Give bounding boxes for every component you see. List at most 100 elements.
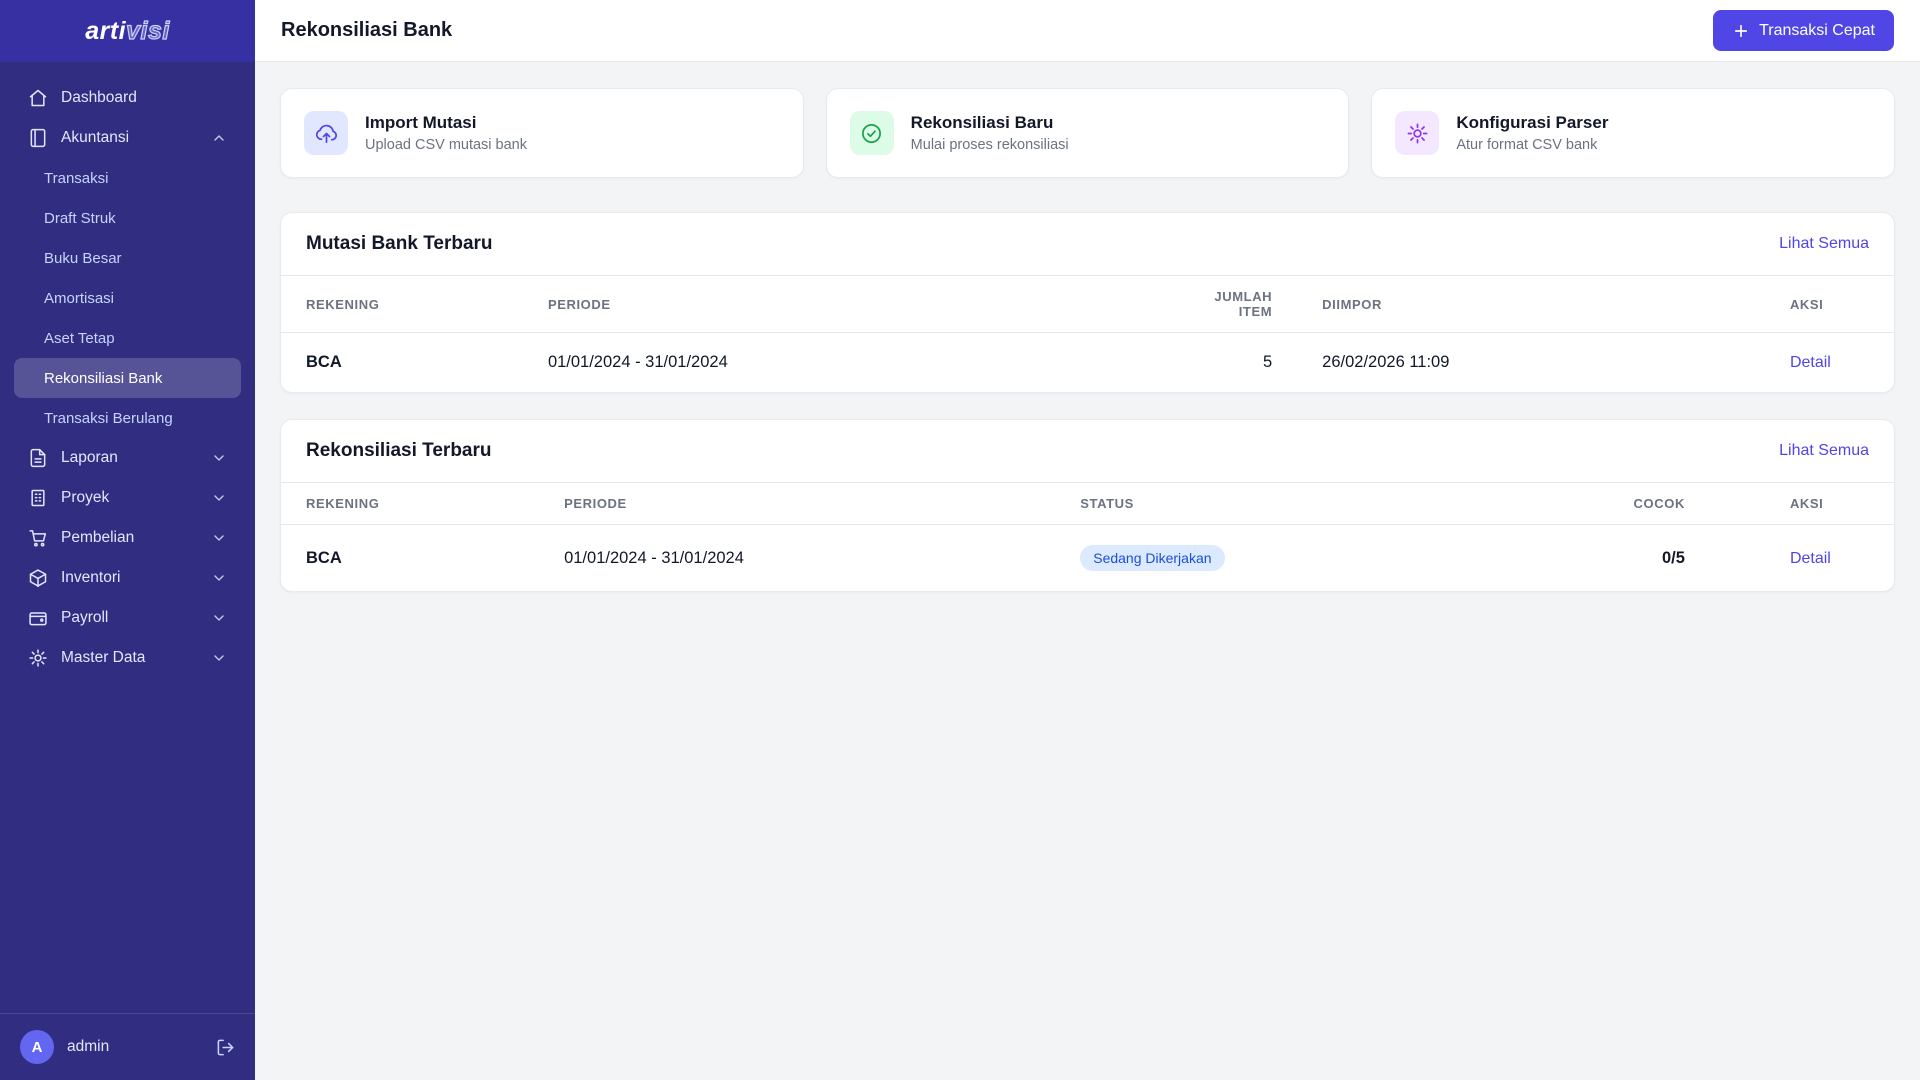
logo-suffix: visi xyxy=(125,16,170,45)
card-text: Rekonsiliasi Baru Mulai proses rekonsili… xyxy=(911,113,1069,153)
user-area: A admin xyxy=(0,1013,255,1080)
cell-periode: 01/01/2024 - 31/01/2024 xyxy=(547,353,728,371)
logout-icon xyxy=(217,1039,234,1055)
sidebar-item-akuntansi[interactable]: Akuntansi xyxy=(14,118,241,158)
rekonsiliasi-view-all-link[interactable]: Lihat Semua xyxy=(1779,442,1869,460)
cell-cocok: 0/5 xyxy=(1662,548,1685,567)
card-subtitle: Mulai proses rekonsiliasi xyxy=(910,137,1069,153)
sidebar-item-proyek[interactable]: Proyek xyxy=(14,478,241,518)
sidebar-nav: Dashboard Akuntansi Transaksi Draft Stru… xyxy=(0,62,255,1013)
package-icon xyxy=(29,569,47,588)
mutasi-panel-title: Mutasi Bank Terbaru xyxy=(306,233,493,254)
column-header: Periode xyxy=(539,482,1056,525)
sidebar-item-payroll[interactable]: Payroll xyxy=(14,598,241,638)
page-content: Import Mutasi Upload CSV mutasi bank Rek… xyxy=(255,62,1920,644)
sidebar-item-label: Pembelian xyxy=(61,529,135,546)
rekonsiliasi-panel-title: Rekonsiliasi Terbaru xyxy=(306,440,492,461)
sidebar-item-master-data[interactable]: Master Data xyxy=(14,638,241,678)
sidebar-item-amortisasi[interactable]: Amortisasi xyxy=(14,278,241,318)
main-area: Rekonsiliasi Bank Transaksi Cepat Import… xyxy=(255,0,1920,1080)
sidebar-item-label: Laporan xyxy=(61,449,118,466)
card-subtitle: Atur format CSV bank xyxy=(1456,137,1598,153)
sidebar-item-draft-struk[interactable]: Draft Struk xyxy=(14,198,241,238)
logo-text: artivisi xyxy=(85,16,170,46)
chevron-down-icon xyxy=(214,615,224,621)
cell-diimpor: 26/02/2026 11:09 xyxy=(1322,353,1450,371)
sidebar-item-pembelian[interactable]: Pembelian xyxy=(14,518,241,558)
card-subtitle: Upload CSV mutasi bank xyxy=(365,137,527,153)
check-circle-icon xyxy=(862,123,882,143)
building-icon xyxy=(31,489,45,507)
sidebar-item-label: Akuntansi xyxy=(61,129,130,146)
user-name: admin xyxy=(67,1038,110,1055)
sidebar-item-dashboard[interactable]: Dashboard xyxy=(14,78,241,118)
column-header: Rekening xyxy=(281,482,540,525)
table-row: BCA 01/01/2024 - 31/01/2024 5 26/02/2026… xyxy=(281,333,1894,393)
file-text-icon xyxy=(30,448,46,468)
sidebar-item-label: Master Data xyxy=(61,649,146,666)
mutasi-view-all-link[interactable]: Lihat Semua xyxy=(1779,235,1869,253)
topbar: Rekonsiliasi Bank Transaksi Cepat xyxy=(255,0,1920,62)
chevron-up-icon xyxy=(214,135,224,141)
sidebar-item-buku-besar[interactable]: Buku Besar xyxy=(14,238,241,278)
table-row: BCA 01/01/2024 - 31/01/2024 Sedang Diker… xyxy=(281,525,1894,592)
chevron-down-icon xyxy=(214,655,224,661)
table-header-row: Rekening Periode Status Cocok Aksi xyxy=(281,482,1894,525)
column-header: Rekening xyxy=(281,275,523,333)
rekonsiliasi-panel-header: Rekonsiliasi Terbaru Lihat Semua xyxy=(281,420,1894,482)
table-header-row: Rekening Periode Jumlah Item Diimpor Aks… xyxy=(281,275,1894,333)
cloud-upload-icon xyxy=(315,124,337,143)
chevron-down-icon xyxy=(214,535,224,541)
sidebar-item-inventori[interactable]: Inventori xyxy=(14,558,241,598)
sidebar-item-transaksi[interactable]: Transaksi xyxy=(14,158,241,198)
page-title: Rekonsiliasi Bank xyxy=(281,19,453,41)
avatar: A xyxy=(20,1030,54,1064)
logo-prefix: arti xyxy=(85,16,127,45)
home-icon xyxy=(29,89,47,107)
column-header: Cocok xyxy=(1539,482,1765,525)
sidebar-item-label: Dashboard xyxy=(61,89,137,106)
chevron-down-icon xyxy=(214,495,224,501)
quick-transaction-button[interactable]: Transaksi Cepat xyxy=(1713,10,1894,51)
mutasi-panel-header: Mutasi Bank Terbaru Lihat Semua xyxy=(281,213,1894,275)
column-header: Aksi xyxy=(1764,275,1894,333)
shopping-cart-icon xyxy=(29,530,47,547)
logout-button[interactable] xyxy=(216,1038,235,1057)
sidebar-item-label: Payroll xyxy=(61,609,109,626)
rekonsiliasi-table: Rekening Periode Status Cocok Aksi BCA 0… xyxy=(281,482,1894,591)
column-header: Diimpor xyxy=(1297,275,1765,333)
card-konfigurasi-parser[interactable]: Konfigurasi Parser Atur format CSV bank xyxy=(1371,88,1896,178)
wallet-icon xyxy=(29,612,47,626)
rekonsiliasi-panel: Rekonsiliasi Terbaru Lihat Semua Rekenin… xyxy=(280,419,1895,592)
mutasi-table: Rekening Periode Jumlah Item Diimpor Aks… xyxy=(281,275,1894,392)
card-title: Import Mutasi xyxy=(365,113,477,132)
card-icon-wrap xyxy=(849,111,894,155)
column-header: Jumlah Item xyxy=(1168,275,1298,333)
app-root: artivisi Dashboard Akuntansi Transaksi D… xyxy=(0,0,1920,1080)
card-title: Konfigurasi Parser xyxy=(1456,113,1609,132)
logo[interactable]: artivisi xyxy=(0,0,255,62)
card-rekonsiliasi-baru[interactable]: Rekonsiliasi Baru Mulai proses rekonsili… xyxy=(825,88,1350,178)
card-text: Konfigurasi Parser Atur format CSV bank xyxy=(1456,113,1608,153)
column-header: Status xyxy=(1055,482,1540,525)
sidebar-item-transaksi-berulang[interactable]: Transaksi Berulang xyxy=(14,398,241,438)
card-import-mutasi[interactable]: Import Mutasi Upload CSV mutasi bank xyxy=(280,88,804,178)
sidebar-item-rekonsiliasi-bank[interactable]: Rekonsiliasi Bank xyxy=(14,358,241,398)
sidebar-item-aset-tetap[interactable]: Aset Tetap xyxy=(14,318,241,358)
card-icon-wrap xyxy=(1395,111,1440,155)
status-badge: Sedang Dikerjakan xyxy=(1080,545,1225,571)
chevron-down-icon xyxy=(214,455,224,461)
cell-rekening: BCA xyxy=(306,548,342,567)
plus-icon xyxy=(1735,24,1748,37)
detail-link[interactable]: Detail xyxy=(1790,354,1831,371)
detail-link[interactable]: Detail xyxy=(1790,550,1831,567)
card-icon-wrap xyxy=(304,111,348,155)
cell-jumlah-item: 5 xyxy=(1262,353,1273,371)
cell-periode: 01/01/2024 - 31/01/2024 xyxy=(564,548,744,567)
sidebar-item-laporan[interactable]: Laporan xyxy=(14,438,241,478)
sidebar: artivisi Dashboard Akuntansi Transaksi D… xyxy=(0,0,255,1080)
card-title: Rekonsiliasi Baru xyxy=(910,113,1054,132)
cell-rekening: BCA xyxy=(306,353,342,371)
sidebar-item-label: Proyek xyxy=(61,489,110,506)
card-text: Import Mutasi Upload CSV mutasi bank xyxy=(365,113,527,153)
